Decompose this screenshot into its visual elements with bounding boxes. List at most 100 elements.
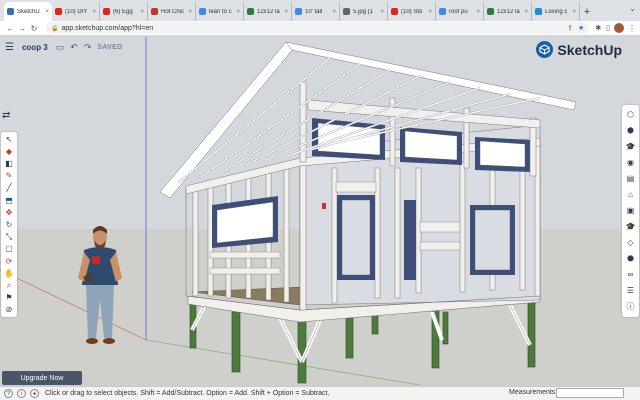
browser-tab[interactable]: lean to c ×	[196, 2, 244, 21]
zoom-icon[interactable]: ⌕	[3, 280, 16, 290]
components-icon[interactable]: ⬢	[624, 124, 637, 136]
help-icon[interactable]: ?	[4, 389, 13, 398]
brand-name: SketchUp	[557, 41, 622, 58]
pencil-icon[interactable]: ✎	[3, 171, 16, 181]
browser-tab[interactable]: 5.jpg (1 ×	[340, 2, 388, 21]
glasses-icon[interactable]: ∞	[624, 269, 637, 281]
status-bar: ? i ● Click or drag to select objects. S…	[0, 386, 640, 400]
browser-tab[interactable]: 12x12 la ×	[244, 2, 292, 21]
tab-close-icon[interactable]: ×	[236, 9, 240, 15]
sketchup-brand: SketchUp	[536, 41, 622, 58]
tab-list: SketchU × (10) DIY × (6) Egg × Hot Chic × lean t…	[4, 2, 580, 21]
display-icon[interactable]: ▣	[624, 204, 637, 216]
undo-icon[interactable]: ↶	[70, 42, 78, 53]
user-icon[interactable]: ●	[30, 389, 39, 398]
tab-close-icon[interactable]: ×	[140, 9, 144, 15]
tab-favicon-icon	[295, 8, 302, 15]
scenes-icon[interactable]: ⌂	[624, 188, 637, 200]
tab-title: roof pu	[449, 8, 468, 15]
red-axis-line	[0, 269, 147, 341]
outliner-icon[interactable]: ☰	[624, 285, 637, 297]
tab-close-icon[interactable]: ×	[188, 9, 192, 15]
styles-icon[interactable]: ◉	[624, 156, 637, 168]
tab-close-icon[interactable]: ×	[284, 9, 288, 15]
browser-tab[interactable]: Hot Chic ×	[148, 2, 196, 21]
address-bar[interactable]: 🔒 app.sketchup.com/app?hl=en ⇪ ★	[46, 22, 590, 34]
measurements-label: Measurements	[509, 389, 556, 396]
tab-title: 5.jpg (1	[353, 8, 374, 15]
new-tab-button[interactable]: +	[580, 2, 594, 21]
section-icon[interactable]: ⊘	[3, 305, 16, 315]
offset-icon[interactable]: ▢	[3, 244, 16, 254]
tab-close-icon[interactable]: ×	[380, 9, 384, 15]
info-icon[interactable]: ⓘ	[624, 301, 637, 313]
tab-close-icon[interactable]: ×	[428, 9, 432, 15]
rotate-icon[interactable]: ↻	[3, 219, 16, 229]
tab-favicon-icon	[7, 8, 14, 15]
tab-title: lean to c	[209, 8, 232, 15]
tag-icon[interactable]: ◇	[624, 237, 637, 249]
forward-icon[interactable]: →	[16, 24, 28, 33]
browser-tab[interactable]: (10) DIY ×	[52, 2, 100, 21]
hamburger-menu-icon[interactable]: ☰	[5, 42, 14, 53]
browser-tab[interactable]: Losing c ×	[532, 2, 580, 21]
pan-icon[interactable]: ✋	[3, 268, 16, 278]
tab-close-icon[interactable]: ×	[92, 9, 96, 15]
folder-icon[interactable]: ▭	[56, 42, 65, 53]
orbit-icon[interactable]: ⟳	[3, 256, 16, 266]
tab-title: 10' tall	[305, 8, 323, 15]
paint-bucket-icon[interactable]: ◧	[3, 158, 16, 168]
upgrade-now-button[interactable]: Upgrade Now	[2, 371, 82, 385]
tab-close-icon[interactable]: ×	[572, 9, 576, 15]
layers-icon[interactable]: ▤	[624, 172, 637, 184]
browser-tab[interactable]: (10) Sto ×	[388, 2, 436, 21]
share-icon[interactable]: ⇪	[567, 24, 573, 32]
instructor-toggle-icon[interactable]: ⇄	[2, 110, 10, 121]
tab-favicon-icon	[439, 8, 446, 15]
instructor-icon[interactable]: 🎓	[624, 221, 637, 233]
extensions-icon[interactable]: ✱	[595, 24, 601, 32]
solid-tools-icon[interactable]: ⬣	[624, 253, 637, 265]
tab-search-icon[interactable]: ⌄	[629, 4, 636, 13]
walk-icon[interactable]: ⚑	[3, 293, 16, 303]
tab-title: 12x12 la	[497, 8, 520, 15]
tab-favicon-icon	[247, 8, 254, 15]
push-pull-icon[interactable]: ⬒	[3, 195, 16, 205]
tab-favicon-icon	[151, 8, 158, 15]
3d-viewport[interactable]	[0, 37, 640, 386]
select-icon[interactable]: ↖	[3, 134, 16, 144]
browser-tab[interactable]: 10' tall ×	[292, 2, 340, 21]
back-icon[interactable]: ←	[4, 24, 16, 33]
tab-close-icon[interactable]: ×	[45, 9, 49, 15]
sketchup-header: ☰ coop 3 ▭ ↶ ↷ SAVED SketchUp	[0, 37, 640, 58]
project-name[interactable]: coop 3	[22, 43, 48, 52]
tab-close-icon[interactable]: ×	[332, 9, 336, 15]
front-door-frame	[335, 181, 377, 280]
profile-avatar[interactable]	[614, 23, 624, 33]
browser-tab[interactable]: 12x12 la ×	[484, 2, 532, 21]
tab-close-icon[interactable]: ×	[476, 9, 480, 15]
browser-tab[interactable]: roof pu ×	[436, 2, 484, 21]
tab-favicon-icon	[391, 8, 398, 15]
info-icon[interactable]: i	[17, 389, 26, 398]
scale-icon[interactable]: ⤡	[3, 232, 16, 242]
redo-icon[interactable]: ↷	[84, 42, 92, 53]
materials-icon[interactable]: 🎓	[624, 140, 637, 152]
browser-tab[interactable]: (6) Egg ×	[100, 2, 148, 21]
tab-title: 12x12 la	[257, 8, 280, 15]
line-icon[interactable]: ╱	[3, 183, 16, 193]
red-marker	[322, 203, 326, 209]
move-icon[interactable]: ✥	[3, 207, 16, 217]
sidebar-icon[interactable]: ▯	[606, 24, 610, 32]
right-panel-toolbar: ⬡ ⬢ 🎓 ◉ ▤ ⌂ ▣ 🎓 ◇ ⬣ ∞ ☰ ⓘ	[622, 105, 639, 317]
tab-close-icon[interactable]: ×	[524, 9, 528, 15]
browser-tab[interactable]: SketchU ×	[4, 2, 52, 21]
entity-info-icon[interactable]: ⬡	[624, 108, 637, 120]
tab-title: (10) Sto	[401, 8, 423, 15]
menu-kebab-icon[interactable]: ⋮	[628, 24, 636, 33]
measurements-input[interactable]	[556, 388, 624, 398]
reload-icon[interactable]: ↻	[28, 24, 40, 33]
tab-favicon-icon	[535, 8, 542, 15]
eraser-icon[interactable]: ◆	[3, 146, 16, 156]
bookmark-star-icon[interactable]: ★	[578, 24, 584, 32]
